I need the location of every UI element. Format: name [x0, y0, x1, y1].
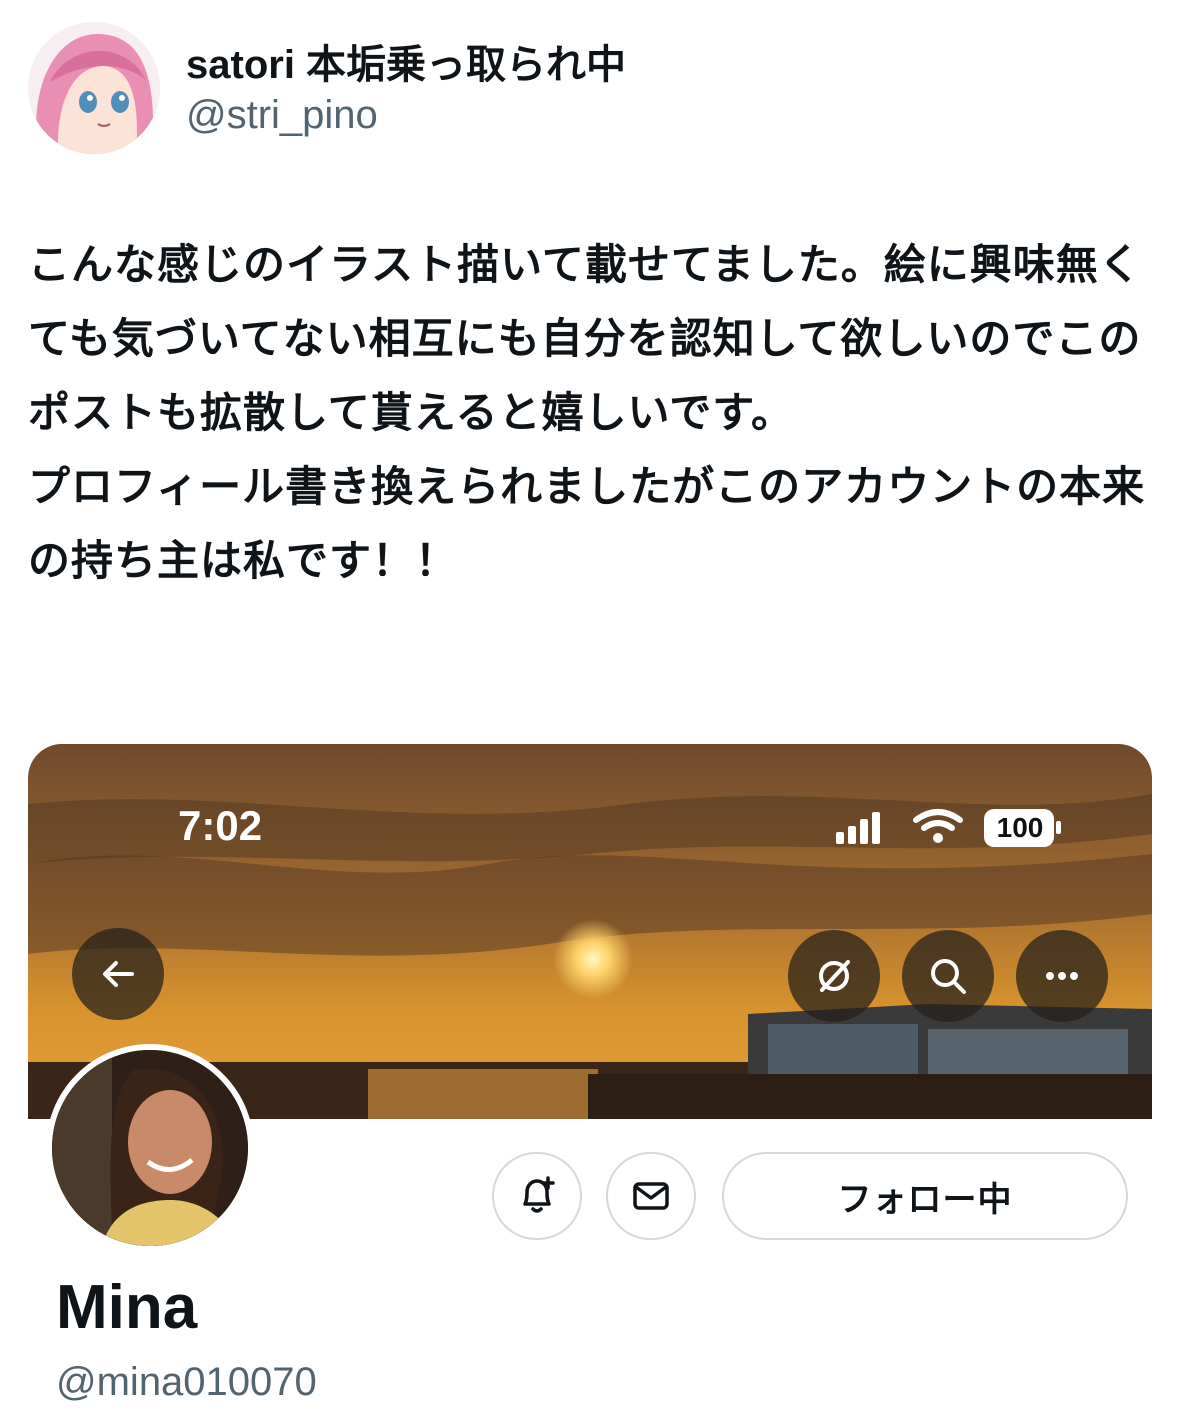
- battery-level: 100: [996, 812, 1044, 843]
- more-horizontal-icon: [1046, 972, 1078, 980]
- profile-handle: @mina010070: [56, 1360, 317, 1404]
- profile-avatar[interactable]: [46, 1044, 254, 1252]
- search-icon: [931, 959, 966, 994]
- back-button[interactable]: [72, 928, 164, 1020]
- bell-plus-icon: [523, 1176, 555, 1213]
- post-paragraph-1: こんな感じのイラスト描いて載せてました。絵に興味無くても気づいてない相互にも自分…: [28, 241, 1142, 436]
- message-button[interactable]: [606, 1152, 696, 1240]
- notify-button[interactable]: [492, 1152, 582, 1240]
- following-button[interactable]: フォロー中: [722, 1152, 1128, 1240]
- more-button[interactable]: [1016, 930, 1108, 1022]
- anime-avatar-illustration: [28, 22, 160, 154]
- status-bar-icons: 100: [834, 806, 1074, 855]
- grok-button[interactable]: [788, 930, 880, 1022]
- embedded-profile-screenshot[interactable]: 7:02 100 フォロー中 Mina @mina010070: [28, 744, 1152, 1427]
- grok-icon: [819, 960, 850, 992]
- author-display-name[interactable]: satori 本垢乗っ取られ中: [186, 42, 626, 88]
- envelope-icon: [633, 1182, 669, 1210]
- post-header: satori 本垢乗っ取られ中 @stri_pino: [28, 22, 1148, 162]
- author-avatar[interactable]: [28, 22, 160, 154]
- profile-photo: [52, 1050, 248, 1246]
- post-text: こんな感じのイラスト描いて載せてました。絵に興味無くても気づいてない相互にも自分…: [28, 228, 1148, 598]
- search-button[interactable]: [902, 930, 994, 1022]
- author-handle[interactable]: @stri_pino: [186, 92, 378, 138]
- post-paragraph-2: プロフィール書き換えられましたがこのアカウントの本来の持ち主は私です！！: [28, 463, 1146, 584]
- following-button-label: フォロー中: [837, 1180, 1013, 1219]
- status-bar-time: 7:02: [178, 802, 263, 849]
- profile-display-name: Mina: [56, 1273, 198, 1342]
- arrow-left-icon: [103, 961, 134, 987]
